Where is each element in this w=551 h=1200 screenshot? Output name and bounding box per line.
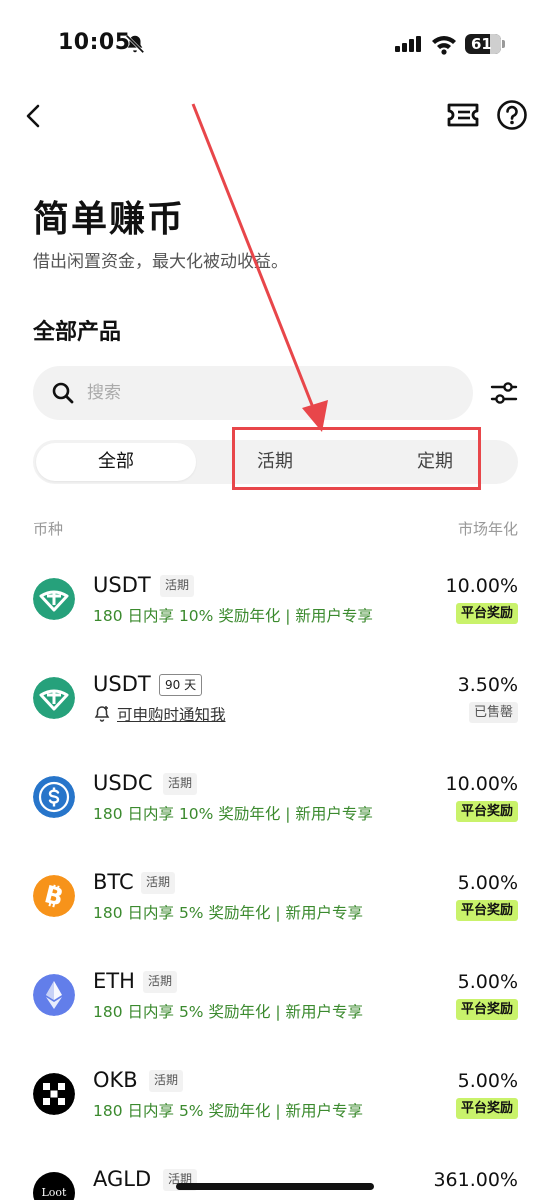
apy-rate: 5.00% — [457, 872, 518, 894]
reward-badge: 平台奖励 — [455, 900, 518, 921]
apy-rate: 5.00% — [457, 971, 518, 993]
tether-icon — [33, 578, 75, 620]
filter-sliders-icon[interactable] — [488, 378, 520, 408]
reward-badge: 平台奖励 — [455, 1098, 518, 1119]
product-row-okb-flexible[interactable]: OKB 活期 180 日内享 5% 奖励年化 | 新用户专享 5.00% 平台奖… — [0, 1068, 551, 1153]
usdc-icon — [33, 776, 75, 818]
term-badge: 90 天 — [159, 674, 203, 696]
status-time: 10:05 — [58, 30, 131, 55]
page-title: 简单赚币 — [33, 199, 186, 240]
promo-text: 180 日内享 5% 奖励年化 | 新用户专享 — [93, 1003, 364, 1021]
search-box[interactable] — [33, 366, 473, 420]
column-header-apy: 市场年化 — [457, 520, 518, 538]
promo-text: 180 日内享 5% 奖励年化 | 新用户专享 — [93, 1102, 364, 1120]
coin-name: ETH — [93, 969, 135, 993]
ticket-icon[interactable] — [446, 100, 480, 130]
back-arrow-icon[interactable] — [20, 100, 48, 132]
home-indicator — [176, 1183, 374, 1190]
column-header-coin: 币种 — [33, 520, 64, 538]
notify-link[interactable]: 可申购时通知我 — [93, 703, 226, 725]
reward-badge: 平台奖励 — [455, 801, 518, 822]
coin-name: USDC — [93, 771, 153, 795]
tab-all[interactable]: 全部 — [36, 443, 196, 481]
okb-icon — [33, 1073, 75, 1115]
coin-name: USDT — [93, 672, 151, 696]
promo-text: 180 日内享 10% 奖励年化 | 新用户专享 — [93, 607, 373, 625]
search-icon — [52, 382, 74, 404]
status-bar: 10:05 61 — [0, 0, 551, 90]
apy-rate: 361.00% — [433, 1169, 518, 1191]
ethereum-icon — [33, 974, 75, 1016]
bell-muted-icon — [125, 34, 145, 54]
help-icon[interactable] — [496, 99, 528, 131]
product-row-eth-flexible[interactable]: ETH 活期 180 日内享 5% 奖励年化 | 新用户专享 5.00% 平台奖… — [0, 969, 551, 1054]
promo-text: 180 日内享 5% 奖励年化 | 新用户专享 — [93, 904, 364, 922]
term-badge: 活期 — [163, 773, 198, 795]
battery-indicator: 61 — [465, 34, 505, 54]
apy-rate: 10.00% — [445, 773, 518, 795]
term-badge: 活期 — [149, 1070, 184, 1092]
coin-name: AGLD — [93, 1167, 152, 1191]
coin-name: USDT — [93, 573, 151, 597]
bitcoin-icon: B — [33, 875, 75, 917]
coin-name: BTC — [93, 870, 134, 894]
notify-text: 可申购时通知我 — [117, 706, 226, 724]
product-row-btc-flexible[interactable]: B BTC 活期 180 日内享 5% 奖励年化 | 新用户专享 5.00% 平… — [0, 870, 551, 955]
product-row-usdt-90d[interactable]: USDT 90 天 可申购时通知我 3.50% 已售罄 — [0, 672, 551, 757]
section-title: 全部产品 — [33, 320, 122, 345]
apy-rate: 5.00% — [457, 1070, 518, 1092]
reward-badge: 平台奖励 — [455, 999, 518, 1020]
battery-level: 61 — [471, 35, 492, 53]
term-badge: 活期 — [141, 872, 176, 894]
bell-plus-icon — [94, 706, 110, 722]
cell-signal-icon — [395, 36, 421, 52]
tether-icon — [33, 677, 75, 719]
loot-icon-text: Loot — [41, 1186, 67, 1199]
term-badge: 活期 — [143, 971, 178, 993]
highlight-annotation-box — [232, 427, 481, 490]
page-subtitle: 借出闲置资金，最大化被动收益。 — [33, 252, 288, 272]
apy-rate: 10.00% — [445, 575, 518, 597]
apy-rate: 3.50% — [457, 674, 518, 696]
search-input[interactable] — [87, 380, 447, 406]
product-row-usdc-flexible[interactable]: USDC 活期 180 日内享 10% 奖励年化 | 新用户专享 10.00% … — [0, 771, 551, 856]
product-row-usdt-flexible[interactable]: USDT 活期 180 日内享 10% 奖励年化 | 新用户专享 10.00% … — [0, 573, 551, 658]
sold-out-badge: 已售罄 — [468, 702, 518, 723]
coin-name: OKB — [93, 1068, 138, 1092]
term-badge: 活期 — [160, 575, 195, 597]
promo-text: 180 日内享 10% 奖励年化 | 新用户专享 — [93, 805, 373, 823]
wifi-icon — [432, 36, 456, 55]
reward-badge: 平台奖励 — [455, 603, 518, 624]
loot-icon: Loot — [33, 1172, 75, 1200]
